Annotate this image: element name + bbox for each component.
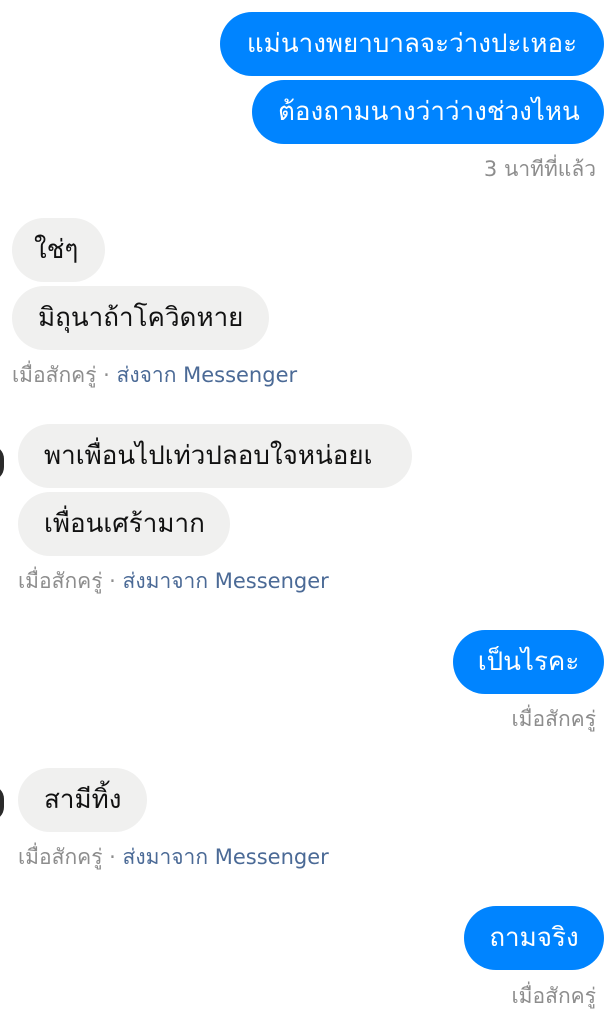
meta-time: เมื่อสักครู่ <box>18 845 103 869</box>
outgoing-message[interactable]: ต้องถามนางว่าว่างช่วงไหน <box>252 80 604 144</box>
message-timestamp: 3 นาทีที่แล้ว <box>483 157 596 181</box>
message-meta: เมื่อสักครู่ · ส่งมาจาก Messenger <box>18 567 329 595</box>
meta-separator: · <box>96 363 117 387</box>
meta-separator: · <box>102 569 123 593</box>
message-timestamp: เมื่อสักครู่ <box>511 984 597 1008</box>
meta-source-link[interactable]: ส่งมาจาก Messenger <box>123 845 329 869</box>
outgoing-message[interactable]: เป็นไรคะ <box>453 630 604 694</box>
incoming-message[interactable]: มิถุนาถ้าโควิดหาย <box>12 286 269 350</box>
incoming-message[interactable]: ใช่ๆ <box>12 218 105 282</box>
message-thread: แม่นางพยาบาลจะว่างปะเหอะ ต้องถามนางว่าว่… <box>0 0 616 1027</box>
meta-source-link[interactable]: ส่งมาจาก Messenger <box>123 569 329 593</box>
message-meta: เมื่อสักครู่ · ส่งมาจาก Messenger <box>18 843 329 871</box>
outgoing-message[interactable]: แม่นางพยาบาลจะว่างปะเหอะ <box>220 12 604 76</box>
meta-time: เมื่อสักครู่ <box>12 363 97 387</box>
avatar[interactable] <box>0 785 4 821</box>
avatar[interactable] <box>0 445 4 481</box>
incoming-message[interactable]: พาเพื่อนไปเท่วปลอบใจหน่อยเ <box>18 424 412 488</box>
meta-time: เมื่อสักครู่ <box>18 569 103 593</box>
meta-source-link[interactable]: ส่งจาก Messenger <box>117 363 298 387</box>
message-meta: เมื่อสักครู่ · ส่งจาก Messenger <box>12 361 297 389</box>
meta-separator: · <box>102 845 123 869</box>
incoming-message[interactable]: สามีทิ้ง <box>18 768 147 832</box>
message-timestamp: เมื่อสักครู่ <box>511 707 597 731</box>
outgoing-message[interactable]: ถามจริง <box>464 906 604 970</box>
incoming-message[interactable]: เพื่อนเศร้ามาก <box>18 492 230 556</box>
